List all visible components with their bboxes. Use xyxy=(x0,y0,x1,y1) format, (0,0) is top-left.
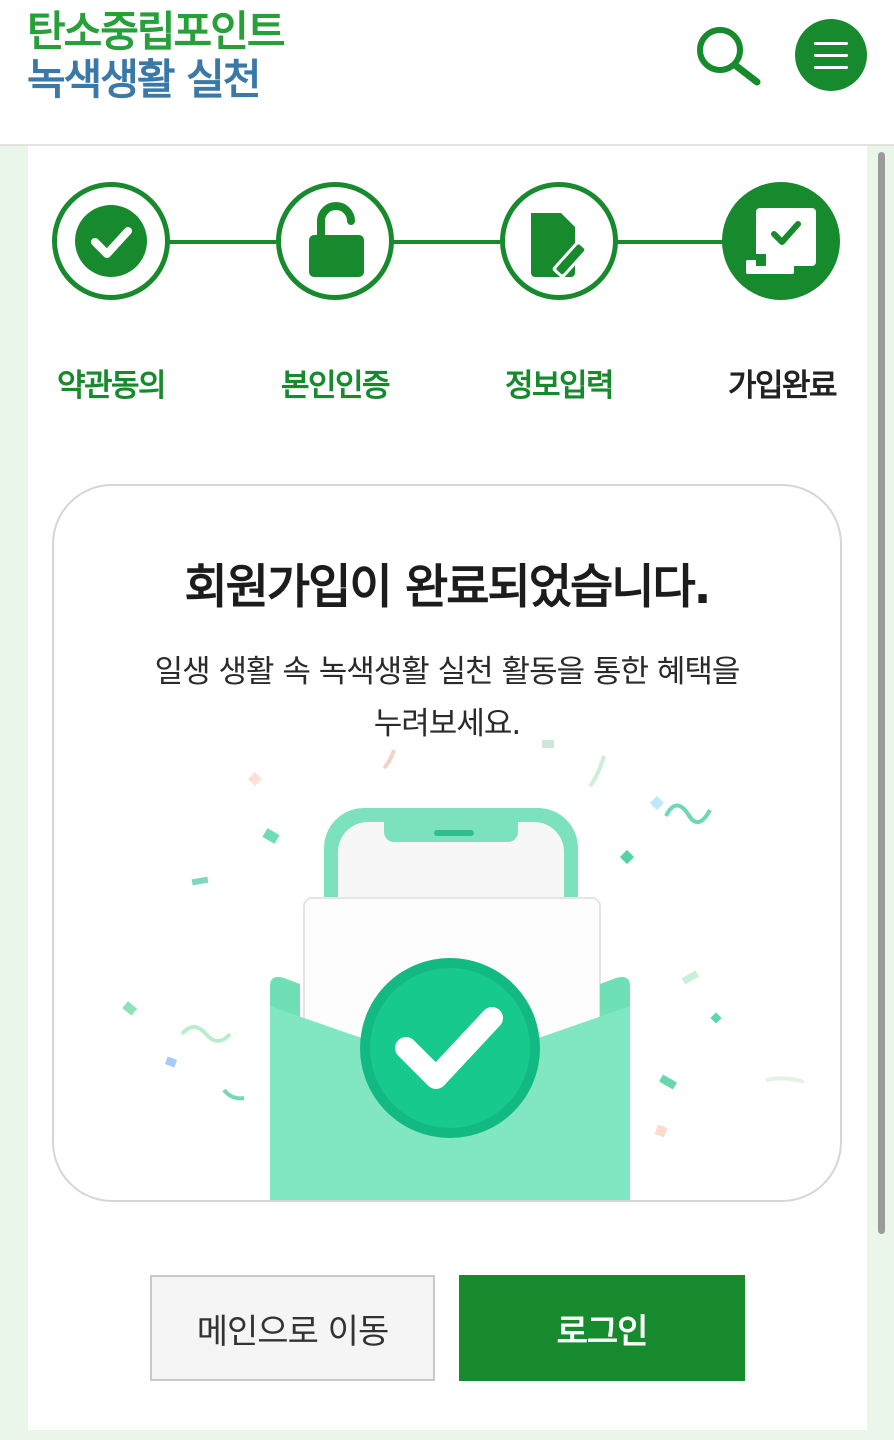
menu-button[interactable] xyxy=(795,19,867,91)
step-label-terms: 약관동의 xyxy=(56,368,167,404)
completion-title: 회원가입이 완료되었습니다. xyxy=(184,560,711,615)
completion-description-line: 일생 생활 속 녹색생활 실천 활동을 통한 혜택을 xyxy=(154,654,741,690)
scrollbar[interactable] xyxy=(878,152,885,1234)
edit-document-icon xyxy=(531,213,589,278)
step-connector xyxy=(616,240,726,244)
step-label-verification: 본인인증 xyxy=(280,368,391,404)
search-icon xyxy=(697,27,761,86)
hamburger-menu-icon xyxy=(814,54,848,57)
completion-card: 회원가입이 완료되었습니다. 일생 생활 속 녹색생활 실천 활동을 통한 혜택… xyxy=(52,484,842,1202)
step-label-complete: 가입완료 xyxy=(727,368,838,404)
login-button[interactable]: 로그인 xyxy=(459,1275,745,1381)
logo-line-1: 탄소중립포인트 xyxy=(27,7,285,56)
go-to-main-button[interactable]: 메인으로 이동 xyxy=(150,1275,435,1381)
hamburger-menu-icon xyxy=(814,42,848,45)
step-connector xyxy=(168,240,280,244)
step-info-input xyxy=(500,182,618,300)
header: 탄소중립포인트 녹색생활 실천 xyxy=(0,0,894,146)
completion-description-line: 누려보세요. xyxy=(373,706,521,742)
search-button[interactable] xyxy=(693,24,763,88)
check-circle-icon xyxy=(75,205,147,277)
unlock-icon xyxy=(309,202,364,277)
step-verification xyxy=(276,182,394,300)
step-label-info-input: 정보입력 xyxy=(504,368,615,404)
step-complete xyxy=(722,182,840,300)
step-connector xyxy=(392,240,504,244)
site-logo[interactable]: 탄소중립포인트 녹색생활 실천 xyxy=(27,7,285,104)
hamburger-menu-icon xyxy=(814,66,848,69)
certificate-icon xyxy=(746,208,816,274)
completion-description: 일생 생활 속 녹색생활 실천 활동을 통한 혜택을 누려보세요. xyxy=(114,646,780,750)
step-terms xyxy=(52,182,170,300)
logo-line-2: 녹색생활 실천 xyxy=(27,55,261,104)
